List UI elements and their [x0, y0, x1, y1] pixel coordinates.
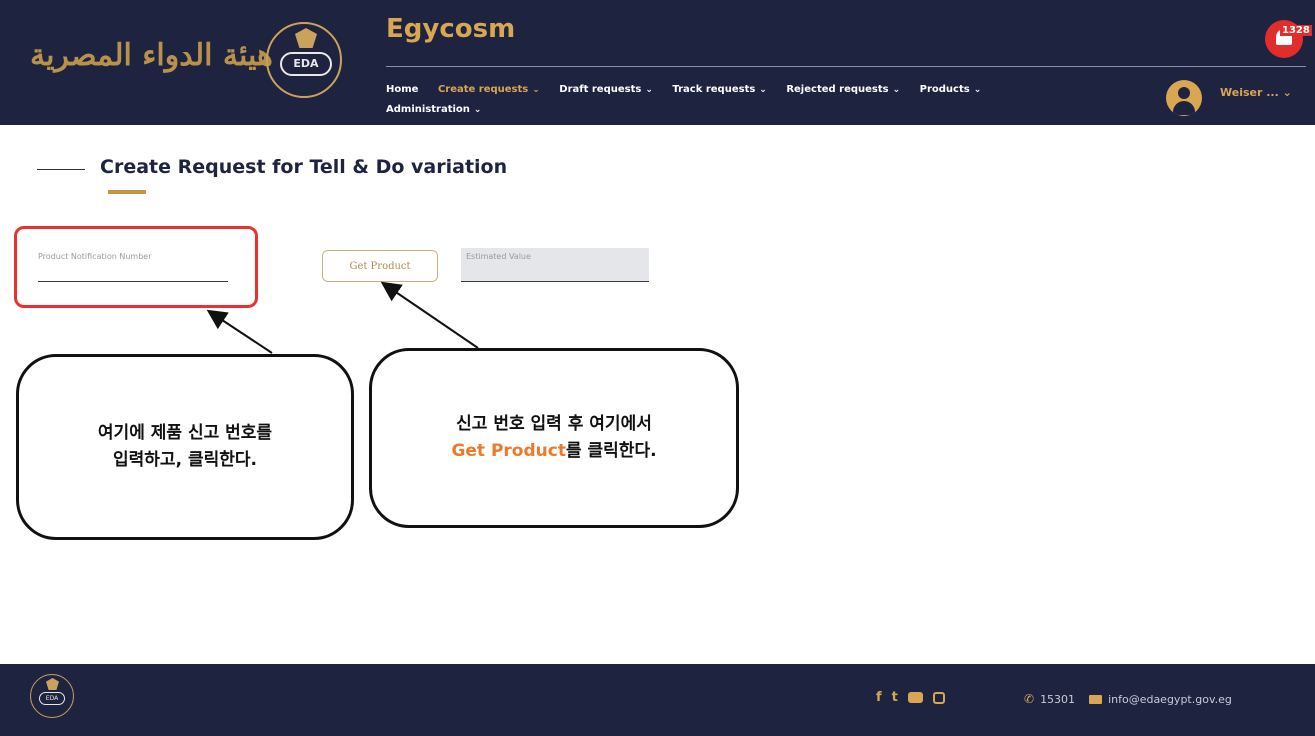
- nav-item-administration[interactable]: Administration ⌄: [386, 104, 481, 115]
- callout-highlight-text: Get Product: [451, 441, 566, 461]
- product-notification-input[interactable]: [38, 262, 228, 282]
- callout-text-line: 입력하고, 클릭한다.: [113, 450, 257, 470]
- arrow-to-input: [206, 309, 273, 354]
- product-notification-label: Product Notification Number: [38, 252, 152, 261]
- nav-label: Products: [919, 84, 970, 95]
- callout-click-get-product: 신고 번호 입력 후 여기에서 Get Product를 클릭한다.: [369, 348, 739, 528]
- nav-label: Home: [386, 84, 419, 95]
- nav-item-products[interactable]: Products ⌄: [920, 84, 982, 95]
- phone-number[interactable]: 15301: [1040, 693, 1075, 706]
- get-product-button[interactable]: Get Product: [322, 250, 438, 282]
- nav-label: Rejected requests: [786, 84, 889, 95]
- arrow-to-get-product: [380, 281, 479, 349]
- nav-label: Administration: [386, 104, 470, 115]
- nav-item-track-requests[interactable]: Track requests ⌄: [672, 84, 766, 95]
- contact-info: ✆ 15301 info@edaegypt.gov.eg: [1024, 692, 1232, 706]
- nav-label: Draft requests: [559, 84, 642, 95]
- callout-text-line: Get Product를 클릭한다.: [451, 438, 656, 465]
- chevron-down-icon: ⌄: [973, 85, 982, 95]
- emblem-text: EDA: [280, 52, 332, 76]
- title-decoration-line: [37, 169, 85, 170]
- app-title: Egycosm: [386, 14, 516, 44]
- notification-bell-button[interactable]: 1328: [1265, 20, 1312, 58]
- user-menu-button[interactable]: Weiser ... ⌄: [1220, 86, 1292, 99]
- youtube-icon[interactable]: [907, 692, 923, 703]
- nav-item-rejected-requests[interactable]: Rejected requests ⌄: [786, 84, 900, 95]
- social-links: f t: [876, 690, 945, 705]
- facebook-icon[interactable]: f: [876, 690, 882, 705]
- eda-emblem-logo[interactable]: EDA: [266, 22, 342, 98]
- instagram-icon[interactable]: [932, 691, 945, 704]
- footer: EDA f t ✆ 15301 info@edaegypt.gov.eg: [0, 664, 1315, 736]
- chevron-down-icon: ⌄: [473, 105, 482, 115]
- nav-label: Create requests: [437, 84, 529, 95]
- top-header: هيئة الدواء المصرية EDA Egycosm Home Cre…: [0, 0, 1315, 125]
- phone-icon: ✆: [1024, 692, 1035, 706]
- email-icon: [1089, 694, 1103, 704]
- callout-text: 를 클릭한다.: [565, 441, 657, 461]
- eagle-icon: [46, 678, 59, 690]
- main-nav: Home Create requests ⌄ Draft requests ⌄ Tr…: [386, 80, 1146, 120]
- nav-item-create-requests[interactable]: Create requests ⌄: [438, 84, 540, 95]
- emblem-text: EDA: [39, 692, 65, 705]
- notification-count-badge: 1328: [1280, 25, 1312, 36]
- chevron-down-icon: ⌄: [759, 85, 767, 95]
- chevron-down-icon: ⌄: [645, 85, 653, 95]
- arabic-logo[interactable]: هيئة الدواء المصرية: [30, 38, 273, 73]
- eagle-icon: [295, 28, 317, 48]
- user-avatar[interactable]: [1166, 80, 1202, 116]
- chevron-down-icon: ⌄: [892, 85, 901, 95]
- nav-item-draft-requests[interactable]: Draft requests ⌄: [559, 84, 653, 95]
- title-underline: [108, 190, 146, 194]
- twitter-icon[interactable]: t: [892, 690, 898, 705]
- email-address[interactable]: info@edaegypt.gov.eg: [1108, 693, 1232, 706]
- nav-label: Track requests: [672, 84, 756, 95]
- chevron-down-icon: ⌄: [1282, 86, 1292, 99]
- estimated-value-label: Estimated Value: [466, 252, 531, 261]
- user-name: Weiser ...: [1220, 86, 1279, 99]
- footer-eda-logo[interactable]: EDA: [30, 674, 74, 718]
- callout-text-line: 신고 번호 입력 후 여기에서: [456, 414, 652, 434]
- nav-item-home[interactable]: Home: [386, 84, 418, 95]
- callout-enter-number: 여기에 제품 신고 번호를 입력하고, 클릭한다.: [16, 354, 354, 540]
- page-title: Create Request for Tell & Do variation: [100, 156, 508, 178]
- chevron-down-icon: ⌄: [532, 85, 540, 95]
- user-icon-body: [1173, 101, 1195, 115]
- nav-divider: [386, 66, 1306, 67]
- user-icon: [1178, 87, 1190, 99]
- callout-text-line: 여기에 제품 신고 번호를: [97, 423, 273, 443]
